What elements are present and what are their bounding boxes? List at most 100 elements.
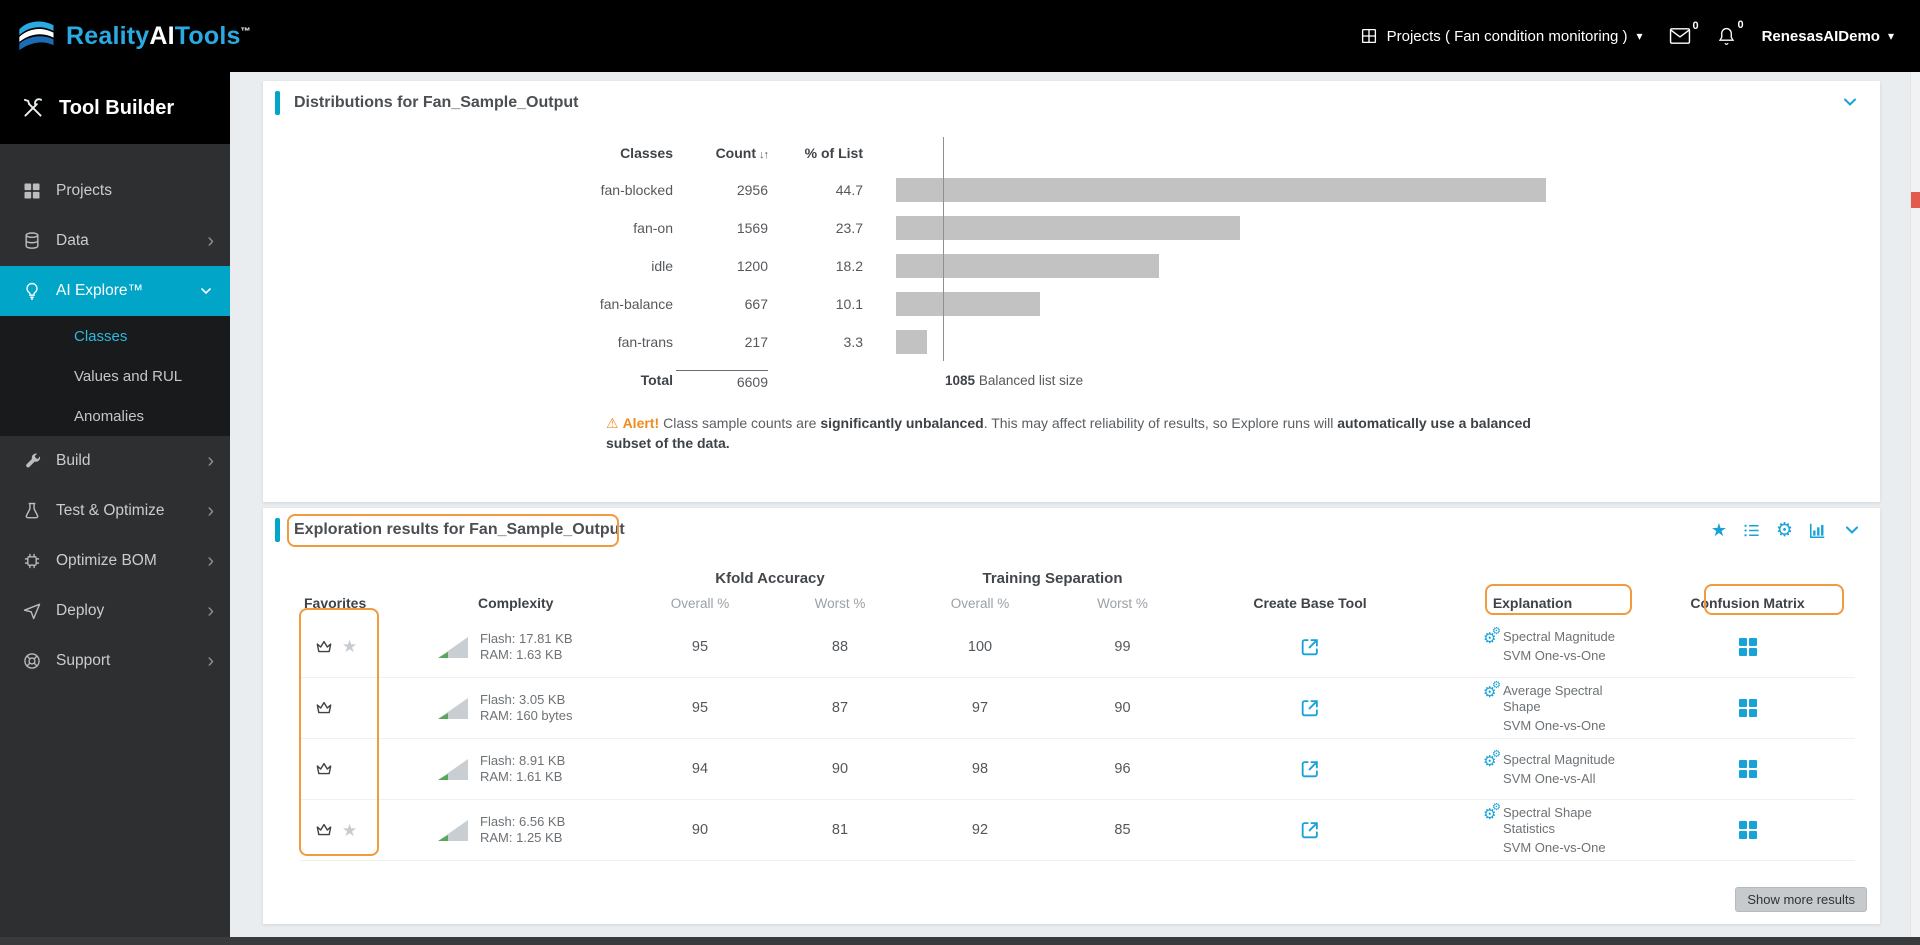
collapse-panel-button[interactable] xyxy=(1840,92,1860,112)
exploration-panel: Exploration results for Fan_Sample_Outpu… xyxy=(263,508,1880,924)
class-count: 1569 xyxy=(736,220,768,236)
training-worst-header[interactable]: Worst % xyxy=(1050,596,1195,611)
favorite-star-icon[interactable]: ★ xyxy=(342,822,357,839)
crown-icon[interactable] xyxy=(314,820,334,840)
class-label: fan-on xyxy=(633,220,673,236)
col-classes: Classes xyxy=(620,145,673,161)
sidebar-item-optimize-bom[interactable]: Optimize BOM › xyxy=(0,536,230,586)
favorite-star-icon[interactable]: ★ xyxy=(342,638,357,655)
sidebar-item-label: Optimize BOM xyxy=(56,552,157,569)
ram-size: RAM: 1.61 KB xyxy=(480,769,563,784)
class-pct: 10.1 xyxy=(835,296,863,312)
kfold-overall-value: 90 xyxy=(691,822,709,838)
ram-size: RAM: 160 bytes xyxy=(480,708,573,723)
crown-icon[interactable] xyxy=(314,698,334,718)
kfold-overall-header[interactable]: Overall % xyxy=(630,596,770,611)
complexity-ramp-icon xyxy=(436,634,470,660)
username-label: RenesasAIDemo xyxy=(1761,27,1880,45)
balanced-list-size-label: 1085 Balanced list size xyxy=(945,372,1084,388)
explanation-gears-icon[interactable]: ⚙ ⚙ xyxy=(1483,802,1503,824)
explanation-gears-icon[interactable]: ⚙ ⚙ xyxy=(1483,626,1503,648)
chart-icon[interactable] xyxy=(1808,521,1827,540)
col-pct: % of List xyxy=(804,145,863,161)
sidebar-subitem-classes[interactable]: Classes xyxy=(0,316,230,356)
result-row: ★ Flash: 6.56 KB RAM: 1.25 KB 90 81 92 8… xyxy=(300,799,1855,860)
distributions-header-row: Classes Count ↓↑ % of List xyxy=(263,135,1880,171)
crown-icon[interactable] xyxy=(314,637,334,657)
sidebar-item-test-optimize[interactable]: Test & Optimize › xyxy=(0,486,230,536)
projects-menu-label: Projects ( Fan condition monitoring ) xyxy=(1386,27,1628,45)
col-count-sort[interactable]: Count ↓↑ xyxy=(673,145,769,161)
sidebar-item-projects[interactable]: Projects xyxy=(0,166,230,216)
collapse-panel-button[interactable] xyxy=(1842,520,1862,540)
training-worst-value: 99 xyxy=(1114,638,1131,655)
mail-icon xyxy=(1669,28,1690,44)
class-label: fan-trans xyxy=(617,334,673,350)
result-row: Flash: 3.05 KB RAM: 160 bytes 95 87 97 9… xyxy=(300,677,1855,738)
confusion-matrix-icon[interactable] xyxy=(1738,699,1757,717)
explanation-gears-icon[interactable]: ⚙ ⚙ xyxy=(1483,749,1503,771)
show-more-results-button[interactable]: Show more results xyxy=(1735,887,1867,912)
main-content: Distributions for Fan_Sample_Output Clas… xyxy=(230,72,1920,945)
favorites-filter-icon[interactable]: ★ xyxy=(1711,521,1727,539)
unbalanced-alert: ⚠ Alert! Class sample counts are significa… xyxy=(606,415,1531,451)
create-base-tool-button[interactable] xyxy=(1195,819,1425,841)
sidebar-item-build[interactable]: Build › xyxy=(0,436,230,486)
brand-logo[interactable]: RealityAITools™ xyxy=(0,16,251,56)
create-base-tool-button[interactable] xyxy=(1195,758,1425,780)
complexity-ramp-icon xyxy=(436,695,470,721)
chevron-right-icon: › xyxy=(207,450,214,472)
export-icon xyxy=(1301,761,1318,778)
user-menu[interactable]: RenesasAIDemo ▾ xyxy=(1762,28,1894,45)
complexity-header: Complexity xyxy=(478,595,554,611)
sidebar-item-data[interactable]: Data › xyxy=(0,216,230,266)
distribution-row: idle 1200 18.2 xyxy=(263,247,1880,285)
distributions-total-row: Total 6609 1085 Balanced list size xyxy=(263,361,1880,399)
sidebar-item-label: Deploy xyxy=(56,602,105,619)
create-base-tool-button[interactable] xyxy=(1195,697,1425,719)
explanation-method: Spectral Magnitude xyxy=(1503,751,1616,767)
training-overall-value: 100 xyxy=(967,638,993,655)
subitem-label: Anomalies xyxy=(74,407,145,425)
class-count: 667 xyxy=(744,296,768,312)
favorites-header: Favorites xyxy=(304,595,367,611)
distribution-row: fan-on 1569 23.7 xyxy=(263,209,1880,247)
messages-button[interactable]: 0 xyxy=(1669,20,1699,45)
sidebar-subitem-anomalies[interactable]: Anomalies xyxy=(0,396,230,436)
tools-icon xyxy=(20,95,46,121)
results-list-icon[interactable] xyxy=(1742,521,1761,540)
chevron-down-icon xyxy=(1844,98,1856,106)
sidebar-subitem-values-and-rul[interactable]: Values and RUL xyxy=(0,356,230,396)
confusion-matrix-icon[interactable] xyxy=(1738,760,1757,778)
result-row: Flash: 8.91 KB RAM: 1.61 KB 94 90 98 96 … xyxy=(300,738,1855,799)
class-pct: 3.3 xyxy=(843,334,863,350)
sidebar-item-support[interactable]: Support › xyxy=(0,636,230,686)
sidebar-item-deploy[interactable]: Deploy › xyxy=(0,586,230,636)
explanation-gears-icon[interactable]: ⚙ ⚙ xyxy=(1483,680,1503,702)
training-overall-header[interactable]: Overall % xyxy=(910,596,1050,611)
explanation-method: Average Spectral Shape xyxy=(1503,682,1603,714)
confusion-matrix-icon[interactable] xyxy=(1738,637,1757,656)
confusion-matrix-icon[interactable] xyxy=(1738,821,1757,839)
notifications-button[interactable]: 0 xyxy=(1717,19,1744,47)
create-base-tool-button[interactable] xyxy=(1195,636,1425,658)
warning-icon: ⚠ xyxy=(606,415,619,431)
explanation-model: SVM One-vs-All xyxy=(1503,770,1596,786)
vertical-scrollbar[interactable] xyxy=(1910,72,1920,945)
export-icon xyxy=(1301,638,1318,655)
chevron-down-icon xyxy=(198,283,214,299)
explanation-header: Explanation xyxy=(1492,595,1573,611)
kfold-accuracy-header: Kfold Accuracy xyxy=(715,569,825,587)
sidebar-item-label: Data xyxy=(56,232,89,249)
projects-menu[interactable]: Projects ( Fan condition monitoring ) ▾ xyxy=(1360,27,1643,45)
projects-icon xyxy=(22,181,42,201)
flash-size: Flash: 17.81 KB xyxy=(480,630,573,646)
sidebar-item-ai-explore[interactable]: AI Explore™ xyxy=(0,266,230,316)
kfold-worst-header[interactable]: Worst % xyxy=(770,596,910,611)
exploration-title: Exploration results for Fan_Sample_Outpu… xyxy=(294,521,625,538)
chevron-right-icon: › xyxy=(207,230,214,252)
distributions-panel: Distributions for Fan_Sample_Output Clas… xyxy=(263,81,1880,502)
ram-size: RAM: 1.63 KB xyxy=(480,646,563,662)
settings-gear-icon[interactable]: ⚙ xyxy=(1776,521,1793,540)
crown-icon[interactable] xyxy=(314,759,334,779)
